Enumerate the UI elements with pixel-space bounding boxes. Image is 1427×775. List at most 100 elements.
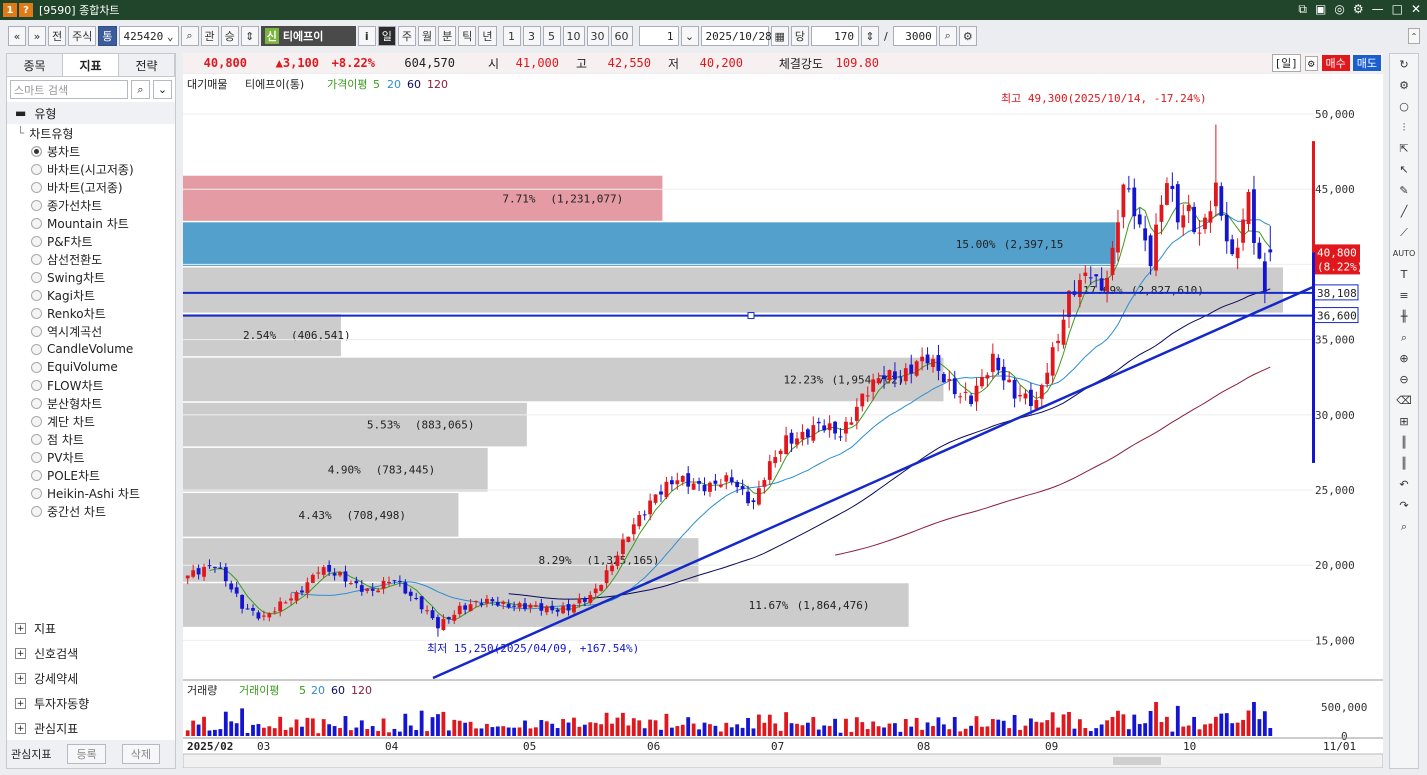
spin-icon[interactable]: ⇕ (240, 26, 259, 46)
chart-type-item[interactable]: 봉차트 (7, 142, 175, 160)
radio-icon[interactable] (31, 271, 42, 283)
chart-type-item[interactable]: 점 차트 (7, 430, 175, 448)
group-investor[interactable]: + 투자자동향 (7, 691, 175, 716)
radio-icon[interactable] (31, 433, 42, 445)
radio-icon[interactable] (31, 487, 42, 499)
chart-type-item[interactable]: 종가선차트 (7, 196, 175, 214)
interval-30-button[interactable]: 30 (586, 26, 609, 46)
count-spin-icon[interactable]: ⇕ (861, 26, 880, 46)
collapse-icon[interactable]: ⌃ (1408, 28, 1420, 44)
zoom-out-icon[interactable]: ⊖ (1390, 369, 1418, 390)
camera-icon[interactable]: ◎ (1334, 2, 1344, 17)
chart-type-item[interactable]: 중간선 차트 (7, 502, 175, 520)
period-indicator[interactable]: [일] (1271, 54, 1301, 72)
tab-strategy[interactable]: 전략 (119, 54, 175, 76)
tab-stock[interactable]: 종목 (7, 54, 63, 76)
chart-settings-icon[interactable]: ⚙ (1304, 55, 1318, 71)
group-favorite[interactable]: + 관심지표 (7, 716, 175, 741)
period-day-button[interactable]: 일 (377, 26, 396, 46)
chart-area[interactable]: 7.71%(1,231,077)15.00%(2,397,1517.69%(2,… (182, 74, 1384, 769)
eraser-icon[interactable]: ⌫ (1390, 390, 1418, 411)
chart-type-item[interactable]: 분산형차트 (7, 394, 175, 412)
sell-button[interactable]: 매도 (1352, 55, 1381, 71)
radio-icon[interactable] (31, 469, 42, 481)
radio-icon[interactable] (31, 379, 42, 391)
stock-name-box[interactable]: 신 티에프이 (260, 26, 356, 46)
radio-icon[interactable] (31, 361, 42, 373)
period-minute-button[interactable]: 분 (438, 26, 457, 46)
search-icon[interactable]: ⌕ (131, 80, 150, 99)
radio-icon[interactable] (31, 451, 42, 463)
trendline-icon[interactable]: ⟋ (1390, 222, 1418, 243)
radio-icon[interactable] (31, 199, 42, 211)
pen-icon[interactable]: ✎ (1390, 180, 1418, 201)
smart-search-input[interactable]: 스마트 검색 (10, 80, 128, 99)
radio-icon[interactable] (31, 289, 42, 301)
radio-icon[interactable] (31, 181, 42, 193)
radio-icon[interactable] (31, 415, 42, 427)
link-icon[interactable]: ⧉ (1298, 2, 1307, 17)
chart-type-item[interactable]: 바차트(고저종) (7, 178, 175, 196)
date-input[interactable]: 2025/10/28 (700, 26, 772, 46)
chart-type-item[interactable]: POLE차트 (7, 466, 175, 484)
chart-type-item[interactable]: 바차트(시고저종) (7, 160, 175, 178)
tree-root[interactable]: └ 차트유형 (7, 124, 175, 142)
save-icon[interactable]: ▣ (1315, 2, 1326, 17)
code-input[interactable]: 425420 ⌄ (118, 26, 179, 46)
period-month-button[interactable]: 월 (418, 26, 437, 46)
bars-icon[interactable]: ║ (1390, 432, 1418, 453)
badge-one-icon[interactable]: 1 (3, 3, 17, 17)
group-signal-search[interactable]: + 신호검색 (7, 641, 175, 666)
chart-type-item[interactable]: Mountain 차트 (7, 214, 175, 232)
zoom-search-icon[interactable]: ⌕ (938, 26, 957, 46)
watch-button[interactable]: 관 (200, 26, 219, 46)
chevron-down-icon[interactable]: ⌄ (167, 30, 174, 43)
period-week-button[interactable]: 주 (397, 26, 416, 46)
radio-icon[interactable] (31, 397, 42, 409)
total-input[interactable]: 3000 (892, 26, 937, 46)
help-icon[interactable]: ? (19, 3, 33, 17)
radio-icon[interactable] (31, 145, 42, 157)
all-button[interactable]: 전 (48, 26, 67, 46)
settings-icon[interactable]: ⚙ (1353, 2, 1364, 17)
calendar-icon[interactable]: ▦ (770, 26, 789, 46)
chart-type-item[interactable]: P&F차트 (7, 232, 175, 250)
period-year-button[interactable]: 년 (478, 26, 497, 46)
cursor-icon[interactable]: ⇱ (1390, 138, 1418, 159)
chart-type-item[interactable]: Kagi차트 (7, 286, 175, 304)
zoom-in-icon[interactable]: ⊕ (1390, 348, 1418, 369)
radio-icon[interactable] (31, 325, 42, 337)
line-icon[interactable]: ╱ (1390, 201, 1418, 222)
radio-icon[interactable] (31, 505, 42, 517)
count-input[interactable]: 170 (811, 26, 860, 46)
radio-icon[interactable] (31, 217, 42, 229)
period-tick-button[interactable]: 틱 (458, 26, 477, 46)
unit-dropdown-icon[interactable]: ⌄ (680, 26, 699, 46)
chart-type-item[interactable]: PV차트 (7, 448, 175, 466)
grid-icon[interactable]: ⊞ (1390, 411, 1418, 432)
circle-icon[interactable]: ○ (1390, 96, 1418, 117)
find-icon[interactable]: ⌕ (1390, 516, 1418, 537)
interval-1-button[interactable]: 1 (502, 26, 521, 46)
auto-icon[interactable]: AUTO (1390, 243, 1418, 264)
register-button[interactable]: 등록 (67, 744, 106, 764)
chart-type-item[interactable]: EquiVolume (7, 358, 175, 376)
toolbar-settings-icon[interactable]: ⚙ (958, 26, 977, 46)
redo-icon[interactable]: ↷ (1390, 495, 1418, 516)
group-type[interactable]: ▬ 유형 (7, 102, 175, 124)
text-icon[interactable]: T (1390, 264, 1418, 285)
next-button[interactable]: » (28, 26, 46, 46)
interval-5-button[interactable]: 5 (542, 26, 561, 46)
tab-indicator[interactable]: 지표 (63, 54, 119, 76)
group-strength[interactable]: + 강세약세 (7, 666, 175, 691)
chart-type-item[interactable]: Renko차트 (7, 304, 175, 322)
chart-type-item[interactable]: FLOW차트 (7, 376, 175, 394)
delete-button[interactable]: 삭제 (121, 744, 160, 764)
maximize-icon[interactable]: □ (1392, 2, 1403, 17)
radio-icon[interactable] (31, 307, 42, 319)
info-button[interactable]: i (357, 26, 376, 46)
current-button[interactable]: 당 (790, 26, 810, 46)
radio-icon[interactable] (31, 343, 42, 355)
bars2-icon[interactable]: ║ (1390, 453, 1418, 474)
buy-button[interactable]: 매수 (1321, 55, 1350, 71)
